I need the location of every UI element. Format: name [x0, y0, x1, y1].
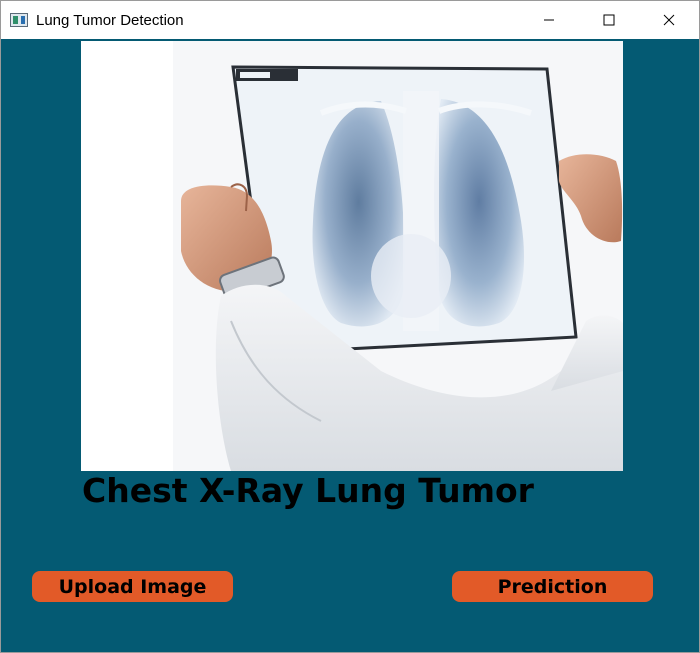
- minimize-icon: [544, 19, 554, 21]
- upload-image-button[interactable]: Upload Image: [32, 571, 233, 602]
- window-controls: [519, 1, 699, 39]
- xray-image-panel: [81, 41, 623, 471]
- close-icon: [663, 14, 675, 26]
- app-icon: [10, 13, 28, 27]
- doctor-xray-image: [81, 41, 623, 471]
- app-window: Lung Tumor Detection Chest X-Ray Lung Tu…: [0, 0, 700, 653]
- minimize-button[interactable]: [519, 1, 579, 39]
- page-title: Chest X-Ray Lung Tumor: [82, 471, 534, 510]
- maximize-icon: [603, 14, 615, 26]
- title-bar[interactable]: Lung Tumor Detection: [1, 1, 699, 39]
- maximize-button[interactable]: [579, 1, 639, 39]
- window-title: Lung Tumor Detection: [36, 11, 184, 29]
- prediction-button[interactable]: Prediction: [452, 571, 653, 602]
- close-button[interactable]: [639, 1, 699, 39]
